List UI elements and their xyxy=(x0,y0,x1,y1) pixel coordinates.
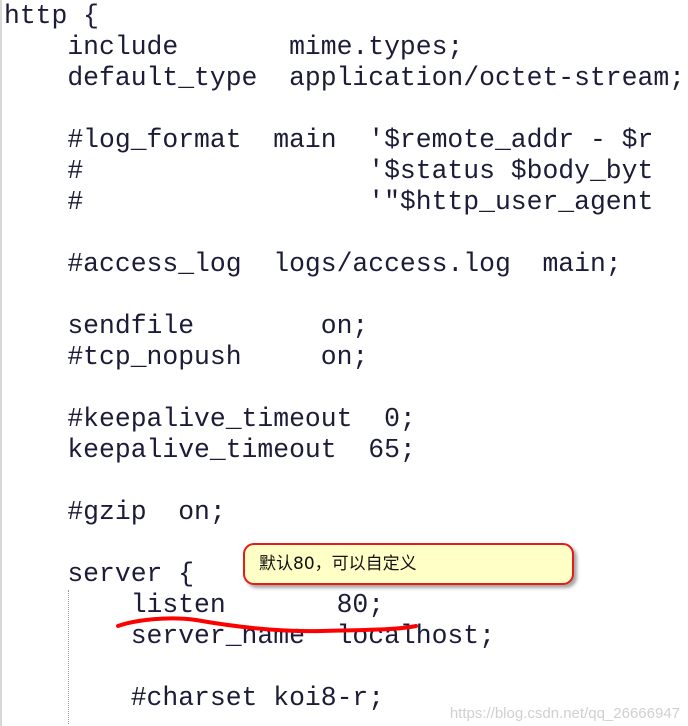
watermark: https://blog.csdn.net/qq_26666947 xyxy=(449,705,680,722)
annotation-text: 默认80，可以自定义 xyxy=(259,554,417,574)
underline-stroke xyxy=(116,616,418,634)
red-underline-annotation xyxy=(116,616,418,634)
annotation-callout: 默认80，可以自定义 xyxy=(243,543,574,585)
